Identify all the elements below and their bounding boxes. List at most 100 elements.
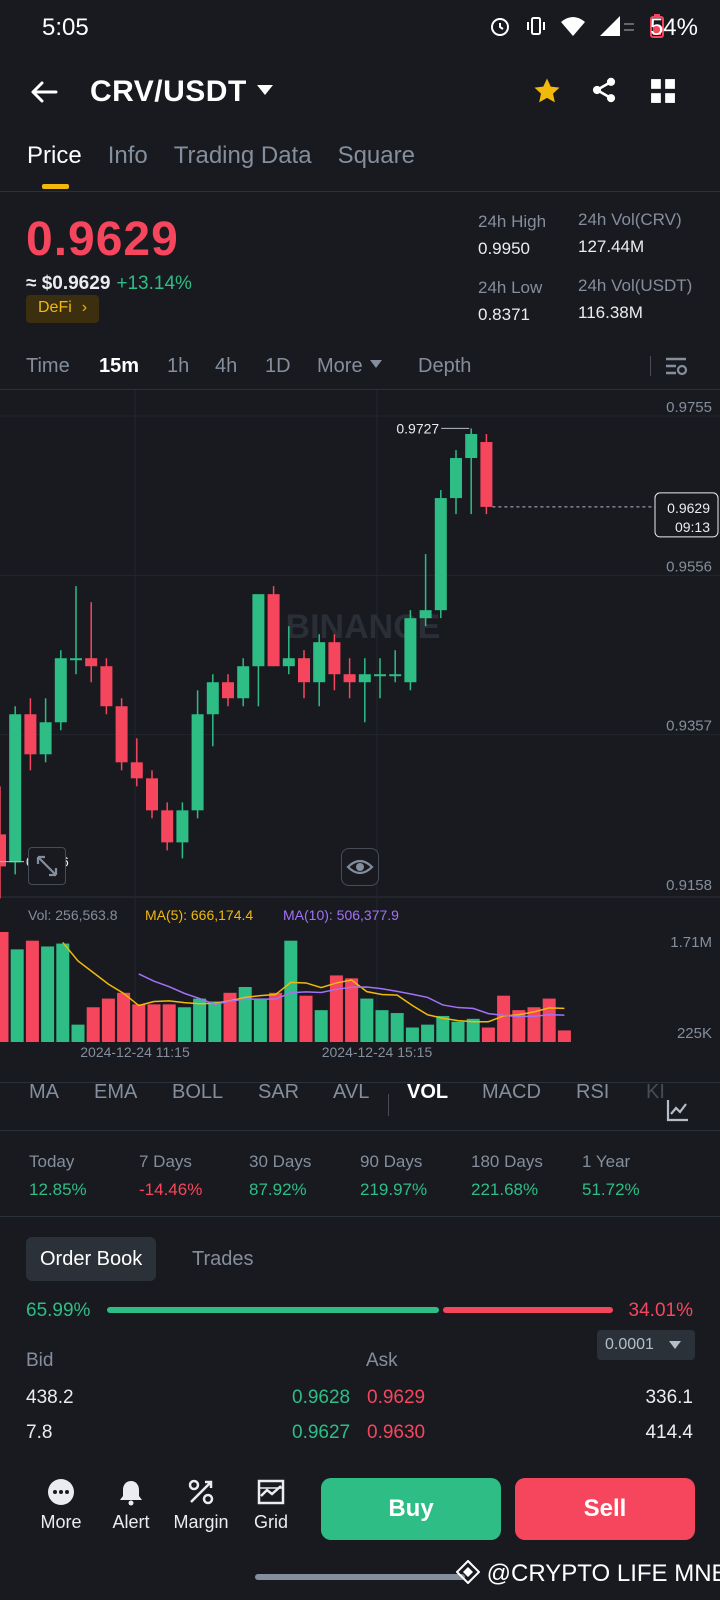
volume-bar (542, 998, 556, 1042)
bid-ratio-bar (107, 1307, 439, 1313)
ind-macd[interactable]: MACD (482, 1081, 541, 1104)
precision-select[interactable]: 0.0001 (597, 1330, 695, 1360)
interval-15m[interactable]: 15m (99, 355, 139, 378)
margin-icon (188, 1479, 214, 1505)
interval-1h[interactable]: 1h (167, 355, 189, 378)
back-arrow-icon[interactable] (30, 80, 58, 104)
high-value: 0.9950 (478, 239, 530, 258)
indicator-chart-icon[interactable] (666, 1098, 690, 1122)
last-price-label: 0.9629 (667, 500, 710, 516)
interval-1d[interactable]: 1D (265, 355, 291, 378)
bell-icon (120, 1481, 142, 1506)
tab-trades[interactable]: Trades (178, 1237, 268, 1281)
date-label: 2024-12-24 11:15 (80, 1044, 190, 1060)
price-axis-label: 0.9556 (666, 558, 712, 575)
volume-bar (481, 1027, 495, 1042)
star-icon[interactable] (532, 76, 562, 106)
ind-rsi[interactable]: RSI (576, 1081, 609, 1104)
ind-sar[interactable]: SAR (258, 1081, 299, 1104)
vol-base-label: 24h Vol(CRV) (578, 210, 682, 229)
volume-bar (238, 987, 252, 1042)
vol-base-value: 127.44M (578, 237, 645, 256)
perf-value: 221.68% (471, 1180, 539, 1199)
interval-depth[interactable]: Depth (418, 355, 471, 378)
ask-qty: 414.4 (645, 1422, 693, 1443)
chevron-right-icon: › (81, 299, 88, 316)
interval-4h[interactable]: 4h (215, 355, 237, 378)
volume-bar (375, 1010, 389, 1042)
ask-price: 0.9629 (367, 1387, 426, 1408)
chart-settings-icon[interactable] (664, 356, 688, 378)
volume-bar (269, 992, 283, 1042)
battery-percent: 54% (649, 14, 698, 41)
perf-label: Today (29, 1152, 75, 1171)
tabs-divider (0, 191, 720, 192)
candle-body (191, 714, 204, 811)
ind-boll[interactable]: BOLL (172, 1081, 223, 1104)
perf-label: 180 Days (471, 1152, 543, 1171)
buy-button[interactable]: Buy (321, 1478, 501, 1540)
usd-price-line: ≈ $0.9629 +13.14% (26, 273, 192, 295)
ask-price: 0.9630 (367, 1422, 426, 1443)
candle-body (39, 722, 52, 755)
volume-bar (101, 998, 115, 1042)
ask-qty: 336.1 (645, 1387, 693, 1408)
price-axis-label: 0.9755 (666, 399, 712, 416)
volume-label: Vol: 256,563.8 (28, 907, 118, 923)
tab-info[interactable]: Info (108, 142, 148, 170)
tab-trading-data[interactable]: Trading Data (174, 142, 312, 170)
tab-price[interactable]: Price (27, 142, 82, 170)
bid-price: 0.9627 (292, 1422, 351, 1443)
price-chart[interactable]: BINANCE 0.9755 0.9556 0.9357 0.9158 0.9727 0.… (0, 390, 720, 1065)
ind-ma[interactable]: MA (29, 1081, 59, 1104)
vibrate-icon (527, 17, 545, 35)
high-marker-label: 0.9727 (396, 420, 439, 436)
perf-value: 51.72% (582, 1180, 640, 1199)
alert-button[interactable]: Alert (96, 1478, 166, 1533)
expand-chart-button[interactable] (28, 847, 66, 885)
sector-badge[interactable]: DeFi › (26, 295, 100, 323)
volume-bar (557, 1030, 571, 1042)
margin-label: Margin (173, 1512, 229, 1532)
candle-body (465, 434, 478, 459)
interval-time[interactable]: Time (26, 355, 70, 378)
candle-body (115, 706, 128, 763)
ind-vol[interactable]: VOL (407, 1081, 448, 1104)
candle-body (298, 658, 310, 683)
expand-icon (36, 855, 58, 877)
candle-body (328, 642, 341, 675)
candle-body (85, 658, 98, 667)
candle-body (146, 778, 158, 811)
grid-layout-icon[interactable] (650, 78, 676, 104)
interval-more[interactable]: More (317, 355, 363, 378)
tab-square[interactable]: Square (338, 142, 415, 170)
margin-button[interactable]: Margin (166, 1478, 236, 1533)
status-bar: 5:05 54% (0, 0, 720, 56)
grid-bot-icon (257, 1479, 285, 1505)
sell-button[interactable]: Sell (515, 1478, 695, 1540)
home-indicator[interactable] (255, 1574, 465, 1580)
ind-kdj[interactable]: KI (646, 1081, 665, 1104)
indicators-bottom-divider (0, 1130, 720, 1131)
ind-ema[interactable]: EMA (94, 1081, 137, 1104)
more-button[interactable]: More (26, 1478, 96, 1533)
caret-down-icon[interactable] (256, 84, 274, 96)
pair-title[interactable]: CRV/USDT (90, 75, 247, 109)
wifi-icon (561, 17, 585, 36)
usd-price: ≈ $0.9629 (26, 273, 111, 294)
share-icon[interactable] (590, 76, 618, 104)
last-price: 0.9629 (26, 213, 179, 266)
ask-ratio: 34.01% (628, 1300, 693, 1321)
sector-label: DeFi (38, 299, 72, 316)
grid-button[interactable]: Grid (236, 1478, 306, 1533)
volume-bar (147, 1004, 161, 1042)
watermark: @CRYPTO LIFE MNE (455, 1559, 720, 1588)
volume-bar (497, 995, 511, 1042)
toggle-visibility-button[interactable] (341, 848, 379, 886)
ind-avl[interactable]: AVL (333, 1081, 369, 1104)
candle-body (282, 658, 295, 667)
perf-label: 90 Days (360, 1152, 423, 1171)
tab-order-book[interactable]: Order Book (26, 1237, 157, 1281)
candles-layer (0, 428, 493, 899)
volume-axis-label: 1.71M (670, 934, 712, 951)
